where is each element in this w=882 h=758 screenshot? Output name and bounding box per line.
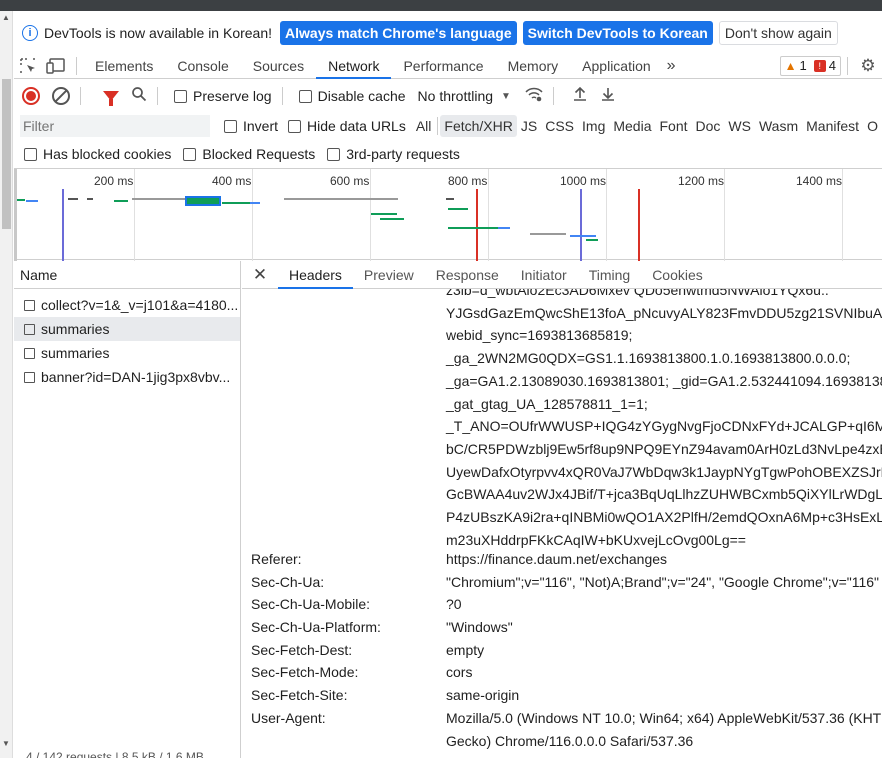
- clear-icon[interactable]: [52, 87, 70, 105]
- tab-preview[interactable]: Preview: [353, 261, 425, 289]
- tab-network[interactable]: Network: [316, 53, 392, 79]
- filter-type-doc[interactable]: Doc: [692, 118, 725, 134]
- third-party-requests-checkbox[interactable]: 3rd-party requests: [327, 146, 460, 162]
- timeline-bars: [17, 189, 640, 261]
- header-row: Sec-Fetch-Dest: empty: [251, 642, 485, 658]
- tab-console[interactable]: Console: [165, 53, 240, 79]
- inspect-element-icon[interactable]: [14, 53, 42, 79]
- outer-scrollbar[interactable]: ▲ ▼: [0, 11, 13, 758]
- switch-language-button[interactable]: Switch DevTools to Korean: [522, 21, 713, 45]
- request-row[interactable]: summaries: [14, 317, 240, 341]
- filter-type-img[interactable]: Img: [578, 118, 609, 134]
- tab-sources[interactable]: Sources: [241, 53, 316, 79]
- name-column-header[interactable]: Name: [14, 261, 240, 289]
- tab-headers[interactable]: Headers: [278, 261, 353, 289]
- record-stop-icon[interactable]: [22, 87, 40, 105]
- warning-icon: ▲: [784, 58, 797, 73]
- preserve-log-checkbox[interactable]: Preserve log: [174, 88, 272, 104]
- tab-timing[interactable]: Timing: [578, 261, 642, 289]
- header-row: Gecko) Chrome/116.0.0.0 Safari/537.36: [446, 733, 694, 749]
- issues-badge[interactable]: ▲ 1 ! 4: [779, 55, 841, 76]
- language-infobar: i DevTools is now available in Korean! A…: [14, 16, 882, 50]
- header-row: Sec-Ch-Ua-Mobile: ?0: [251, 596, 462, 612]
- invert-checkbox[interactable]: Invert: [224, 118, 278, 134]
- header-row: Sec-Ch-Ua: "Chromium";v="116", "Not)A;Bra…: [251, 574, 880, 590]
- filter-type-manifest[interactable]: Manifest: [802, 118, 863, 134]
- dropdown-caret-icon: ▼: [501, 90, 511, 102]
- filter-funnel-icon[interactable]: [103, 91, 119, 106]
- request-headers-list: z3lb=d_wbtAlo2Ec3AD6Mxev QDo5enwtmd5NWAl…: [242, 289, 882, 758]
- divider: [437, 117, 439, 135]
- error-count: 4: [828, 58, 836, 73]
- filter-type-font[interactable]: Font: [656, 118, 692, 134]
- blocked-cookies-checkbox[interactable]: Has blocked cookies: [24, 146, 171, 162]
- filter-type-ws[interactable]: WS: [724, 118, 755, 134]
- filter-bar: Invert Hide data URLs All Fetch/XHR JS C…: [14, 112, 882, 140]
- search-icon[interactable]: [131, 86, 147, 106]
- request-row[interactable]: collect?v=1&_v=j101&a=4180...: [14, 293, 240, 317]
- header-row: Sec-Fetch-Site: same-origin: [251, 687, 520, 703]
- filter-type-other[interactable]: O: [863, 118, 882, 134]
- scroll-down-arrow-icon[interactable]: ▼: [2, 739, 10, 748]
- request-row[interactable]: summaries: [14, 341, 240, 365]
- more-tabs-chevron-icon[interactable]: »: [663, 53, 680, 79]
- tab-memory[interactable]: Memory: [496, 53, 571, 79]
- hide-data-urls-checkbox[interactable]: Hide data URLs: [288, 118, 406, 134]
- warning-count: 1: [799, 58, 807, 73]
- info-icon: i: [22, 25, 38, 41]
- export-har-download-icon[interactable]: [600, 86, 616, 106]
- cookie-header-value: z3lb=d_wbtAlo2Ec3AD6Mxev QDo5enwtmd5NWAl…: [446, 289, 882, 548]
- tab-initiator[interactable]: Initiator: [510, 261, 578, 289]
- timeline-overview[interactable]: 200 ms 400 ms 600 ms 800 ms 1000 ms 1200…: [14, 168, 882, 261]
- divider: [281, 87, 283, 105]
- divider: [552, 87, 554, 105]
- tab-application[interactable]: Application: [570, 53, 663, 79]
- window-top-strip: [0, 0, 882, 11]
- filter-input[interactable]: [20, 115, 210, 137]
- throttling-select[interactable]: No throttling ▼: [418, 88, 511, 104]
- divider: [76, 56, 77, 75]
- scroll-up-arrow-icon[interactable]: ▲: [2, 13, 10, 22]
- divider: [847, 56, 848, 75]
- request-list: Name collect?v=1&_v=j101&a=4180... summa…: [14, 261, 241, 758]
- tab-cookies[interactable]: Cookies: [641, 261, 714, 289]
- devtools-panel: i DevTools is now available in Korean! A…: [14, 11, 882, 758]
- request-detail-pane: ✕ Headers Preview Response Initiator Tim…: [242, 261, 882, 758]
- scrollbar-thumb[interactable]: [2, 79, 11, 229]
- dont-show-again-button[interactable]: Don't show again: [718, 21, 838, 45]
- divider: [80, 87, 81, 105]
- device-toolbar-icon[interactable]: [42, 53, 70, 79]
- tab-elements[interactable]: Elements: [83, 53, 165, 79]
- request-summary-status: 4 / 142 requests | 8.5 kB / 1.6 MB: [26, 750, 204, 758]
- blocked-requests-checkbox[interactable]: Blocked Requests: [183, 146, 315, 162]
- header-row: Sec-Ch-Ua-Platform: "Windows": [251, 619, 513, 635]
- divider: [157, 87, 158, 105]
- filter-type-css[interactable]: CSS: [541, 118, 578, 134]
- tab-response[interactable]: Response: [425, 261, 510, 289]
- header-row: User-Agent: Mozilla/5.0 (Windows NT 10.0;…: [251, 710, 882, 726]
- disable-cache-checkbox[interactable]: Disable cache: [298, 88, 406, 104]
- close-detail-icon[interactable]: ✕: [242, 265, 278, 285]
- filter-type-fetch-xhr[interactable]: Fetch/XHR: [440, 115, 517, 137]
- network-toolbar: Preserve log Disable cache No throttling…: [14, 83, 882, 109]
- header-row: Referer: https://finance.daum.net/exchang…: [251, 551, 668, 567]
- main-tab-bar: Elements Console Sources Network Perform…: [14, 53, 882, 79]
- filter-type-media[interactable]: Media: [609, 118, 655, 134]
- filter-type-all[interactable]: All: [412, 118, 436, 134]
- request-row[interactable]: banner?id=DAN-1jig3px8vbv...: [14, 365, 240, 389]
- filter-type-wasm[interactable]: Wasm: [755, 118, 802, 134]
- network-conditions-wifi-icon[interactable]: [525, 86, 543, 106]
- detail-tab-bar: ✕ Headers Preview Response Initiator Tim…: [242, 261, 882, 289]
- infobar-message: DevTools is now available in Korean!: [44, 25, 273, 41]
- match-language-button[interactable]: Always match Chrome's language: [280, 21, 517, 45]
- filter-type-js[interactable]: JS: [517, 118, 541, 134]
- request-filter-bar: Has blocked cookies Blocked Requests 3rd…: [14, 142, 882, 166]
- settings-gear-icon[interactable]: ⚙: [854, 53, 882, 79]
- import-har-upload-icon[interactable]: [572, 86, 588, 106]
- header-row: Sec-Fetch-Mode: cors: [251, 664, 473, 680]
- tab-performance[interactable]: Performance: [391, 53, 495, 79]
- error-icon: !: [813, 59, 826, 72]
